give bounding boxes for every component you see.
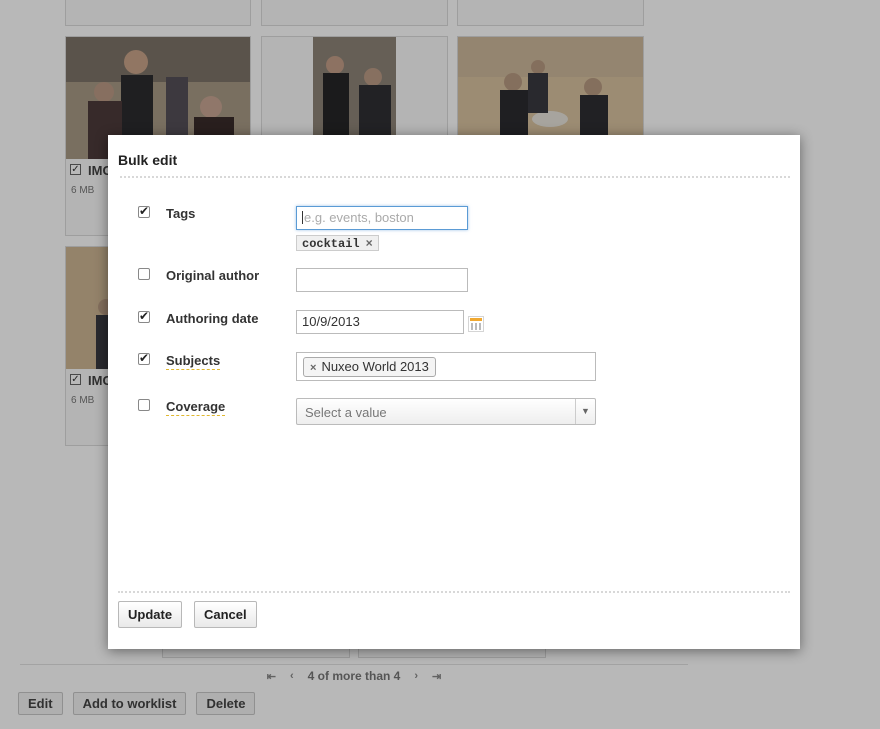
original-author-label: Original author [166,268,260,283]
tags-label: Tags [166,206,196,221]
subject-chip-label: Nuxeo World 2013 [321,359,429,374]
original-author-checkbox[interactable] [138,268,150,280]
tags-placeholder: e.g. events, boston [304,210,414,225]
tag-chip: cocktail × [296,235,379,251]
tags-input[interactable]: e.g. events, boston [296,206,468,230]
coverage-select[interactable]: Select a value ▼ [296,398,596,425]
subjects-input[interactable]: × Nuxeo World 2013 [296,352,596,381]
remove-subject-icon[interactable]: × [310,362,316,374]
authoring-date-input[interactable]: 10/9/2013 [296,310,464,334]
subjects-label: Subjects [166,353,221,370]
update-button[interactable]: Update [118,601,183,628]
divider [120,176,790,178]
subject-chip: × Nuxeo World 2013 [303,357,436,377]
dialog-title: Bulk edit [118,152,178,168]
remove-tag-icon[interactable]: × [366,236,373,250]
authoring-date-label: Authoring date [166,311,259,326]
coverage-select-value: Select a value [305,405,387,420]
bulk-edit-dialog: Bulk edit Tags e.g. events, boston cockt… [108,135,800,649]
text-caret [302,211,303,224]
coverage-checkbox[interactable] [138,399,150,411]
original-author-input[interactable] [296,268,468,292]
authoring-date-checkbox[interactable] [138,309,150,323]
calendar-icon[interactable] [468,316,484,332]
tag-chip-label: cocktail [302,237,360,251]
cancel-button[interactable]: Cancel [194,601,257,628]
coverage-label: Coverage [166,399,226,416]
tags-checkbox[interactable] [138,204,150,218]
chevron-down-icon[interactable]: ▼ [575,399,595,424]
subjects-checkbox[interactable] [138,351,150,365]
divider [118,591,790,593]
